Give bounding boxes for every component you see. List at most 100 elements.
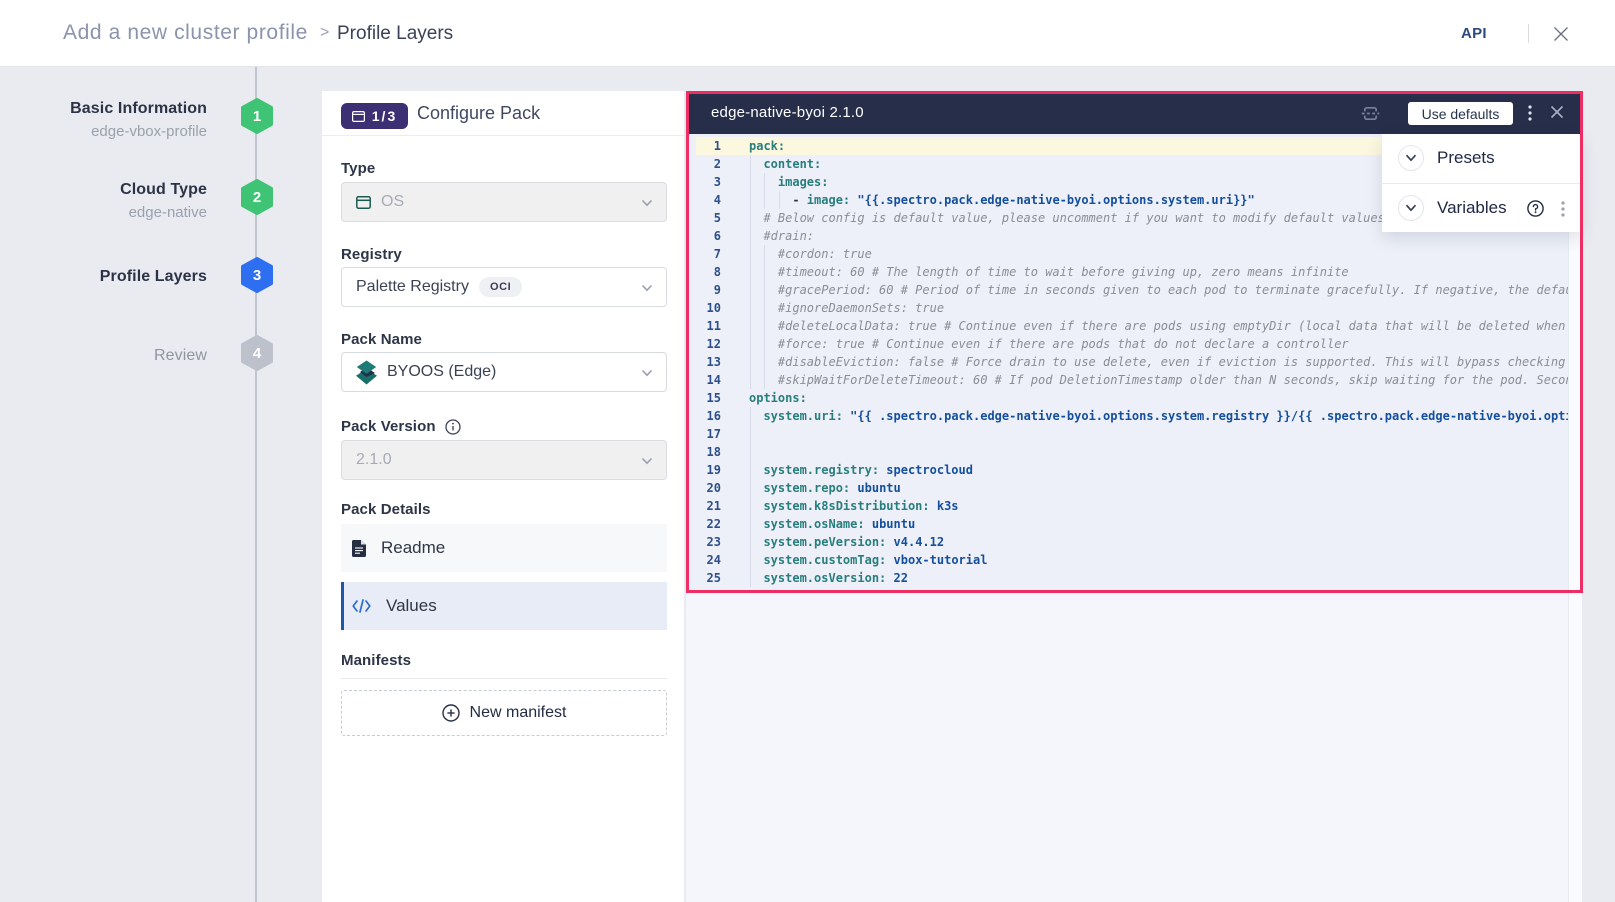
chevron-down-icon (641, 369, 653, 377)
step-indicator-3[interactable]: 3 (240, 257, 274, 293)
step-indicator-1[interactable]: 1 (240, 98, 274, 134)
code-line: 19 system.registry: spectrocloud (686, 461, 1568, 479)
editor-kebab-menu-icon[interactable] (1524, 104, 1536, 122)
pack-version-select[interactable]: 2.1.0 (341, 440, 667, 480)
info-icon[interactable] (445, 419, 461, 435)
code-line: 16 system.uri: "{{ .spectro.pack.edge-na… (686, 407, 1568, 425)
step-indicator-2[interactable]: 2 (240, 179, 274, 215)
pack-details-label: Pack Details (341, 501, 665, 518)
code-line: 7 #cordon: true (686, 245, 1568, 263)
editor-scrollbar[interactable] (1568, 134, 1582, 902)
step-title: Review (17, 347, 207, 365)
values-tab[interactable]: Values (341, 582, 667, 630)
code-line: 12 #force: true # Continue even if there… (686, 335, 1568, 353)
api-button[interactable]: API (1461, 25, 1487, 42)
line-number: 15 (686, 389, 721, 407)
line-number: 2 (686, 155, 721, 173)
code-line: 8 #timeout: 60 # The length of time to w… (686, 263, 1568, 281)
line-number: 12 (686, 335, 721, 353)
plus-circle-icon (442, 704, 460, 722)
line-number: 23 (686, 533, 721, 551)
window-icon (352, 111, 365, 122)
breadcrumb-separator: > (320, 24, 329, 42)
code-line: 20 system.repo: ubuntu (686, 479, 1568, 497)
close-wizard-icon[interactable] (1553, 26, 1569, 42)
breadcrumb-current: Profile Layers (337, 23, 453, 45)
step-indicator-4: 4 (240, 335, 274, 371)
use-defaults-button[interactable]: Use defaults (1408, 102, 1513, 125)
editor-close-icon[interactable] (1550, 105, 1564, 119)
presets-expand-button[interactable] (1398, 145, 1424, 171)
top-bar: Add a new cluster profile > Profile Laye… (0, 0, 1615, 67)
breadcrumb-parent[interactable]: Add a new cluster profile (63, 21, 308, 45)
pack-name-label: Pack Name (341, 331, 665, 348)
indent-guide (750, 407, 751, 587)
pack-version-label: Pack Version (341, 418, 436, 435)
variables-expand-button[interactable] (1398, 195, 1424, 221)
code-line: 24 system.customTag: vbox-tutorial (686, 551, 1568, 569)
diff-view-icon[interactable] (1361, 105, 1380, 122)
line-number: 24 (686, 551, 721, 569)
step-title: Basic Information (17, 100, 207, 118)
line-number: 7 (686, 245, 721, 263)
variables-row[interactable]: Variables (1382, 183, 1581, 232)
code-line: 25 system.osVersion: 22 (686, 569, 1568, 587)
registry-label: Registry (341, 246, 665, 263)
line-number: 1 (686, 137, 721, 155)
line-number: 21 (686, 497, 721, 515)
step-title: Profile Layers (17, 268, 207, 286)
line-number: 5 (686, 209, 721, 227)
chevron-down-icon (641, 199, 653, 207)
step-label-review: Review (17, 347, 207, 365)
line-number: 14 (686, 371, 721, 389)
manifests-divider (341, 678, 667, 679)
chevron-down-icon (1405, 204, 1417, 212)
type-label: Type (341, 160, 665, 177)
line-number: 13 (686, 353, 721, 371)
line-number: 25 (686, 569, 721, 587)
code-line: 17 (686, 425, 1568, 443)
indent-guide (764, 173, 765, 209)
step-label-basic-information: Basic Information edge-vbox-profile (17, 100, 207, 140)
new-manifest-button[interactable]: New manifest (341, 690, 667, 736)
type-select[interactable]: OS (341, 182, 667, 222)
step-label-profile-layers: Profile Layers (17, 268, 207, 286)
configure-pack-panel: 1/3 Configure Pack Type OS Registry Pale… (322, 91, 684, 902)
chevron-down-icon (641, 284, 653, 292)
step-subtitle: edge-vbox-profile (17, 123, 207, 140)
presets-row[interactable]: Presets (1382, 134, 1581, 183)
code-line: 21 system.k8sDistribution: k3s (686, 497, 1568, 515)
readme-tab[interactable]: Readme (341, 524, 667, 572)
line-number: 9 (686, 281, 721, 299)
editor-title: edge-native-byoi 2.1.0 (711, 104, 864, 121)
line-number: 19 (686, 461, 721, 479)
line-number: 18 (686, 443, 721, 461)
line-number: 20 (686, 479, 721, 497)
variables-kebab-menu-icon[interactable] (1558, 200, 1568, 218)
step-subtitle: edge-native (17, 204, 207, 221)
chevron-down-icon (641, 457, 653, 465)
pack-step-badge: 1/3 (341, 103, 408, 129)
code-line: 11 #deleteLocalData: true # Continue eve… (686, 317, 1568, 335)
topbar-divider (1528, 24, 1529, 43)
manifests-label: Manifests (341, 652, 665, 669)
layers-icon (356, 360, 377, 385)
step-title: Cloud Type (17, 181, 207, 199)
line-number: 3 (686, 173, 721, 191)
help-icon[interactable] (1527, 200, 1544, 217)
code-line: 13 #disableEviction: false # Force drain… (686, 353, 1568, 371)
code-line: 23 system.peVersion: v4.4.12 (686, 533, 1568, 551)
pack-name-select[interactable]: BYOOS (Edge) (341, 352, 667, 392)
indent-guide (779, 191, 780, 209)
code-line: 18 (686, 443, 1568, 461)
document-icon (352, 540, 366, 557)
code-line: 15options: (686, 389, 1568, 407)
registry-select[interactable]: Palette Registry OCI (341, 267, 667, 307)
oci-badge: OCI (479, 277, 522, 297)
code-icon (352, 599, 371, 613)
variables-label: Variables (1437, 198, 1507, 218)
code-line: 9 #gracePeriod: 60 # Period of time in s… (686, 281, 1568, 299)
line-number: 10 (686, 299, 721, 317)
line-number: 16 (686, 407, 721, 425)
chevron-down-icon (1405, 154, 1417, 162)
